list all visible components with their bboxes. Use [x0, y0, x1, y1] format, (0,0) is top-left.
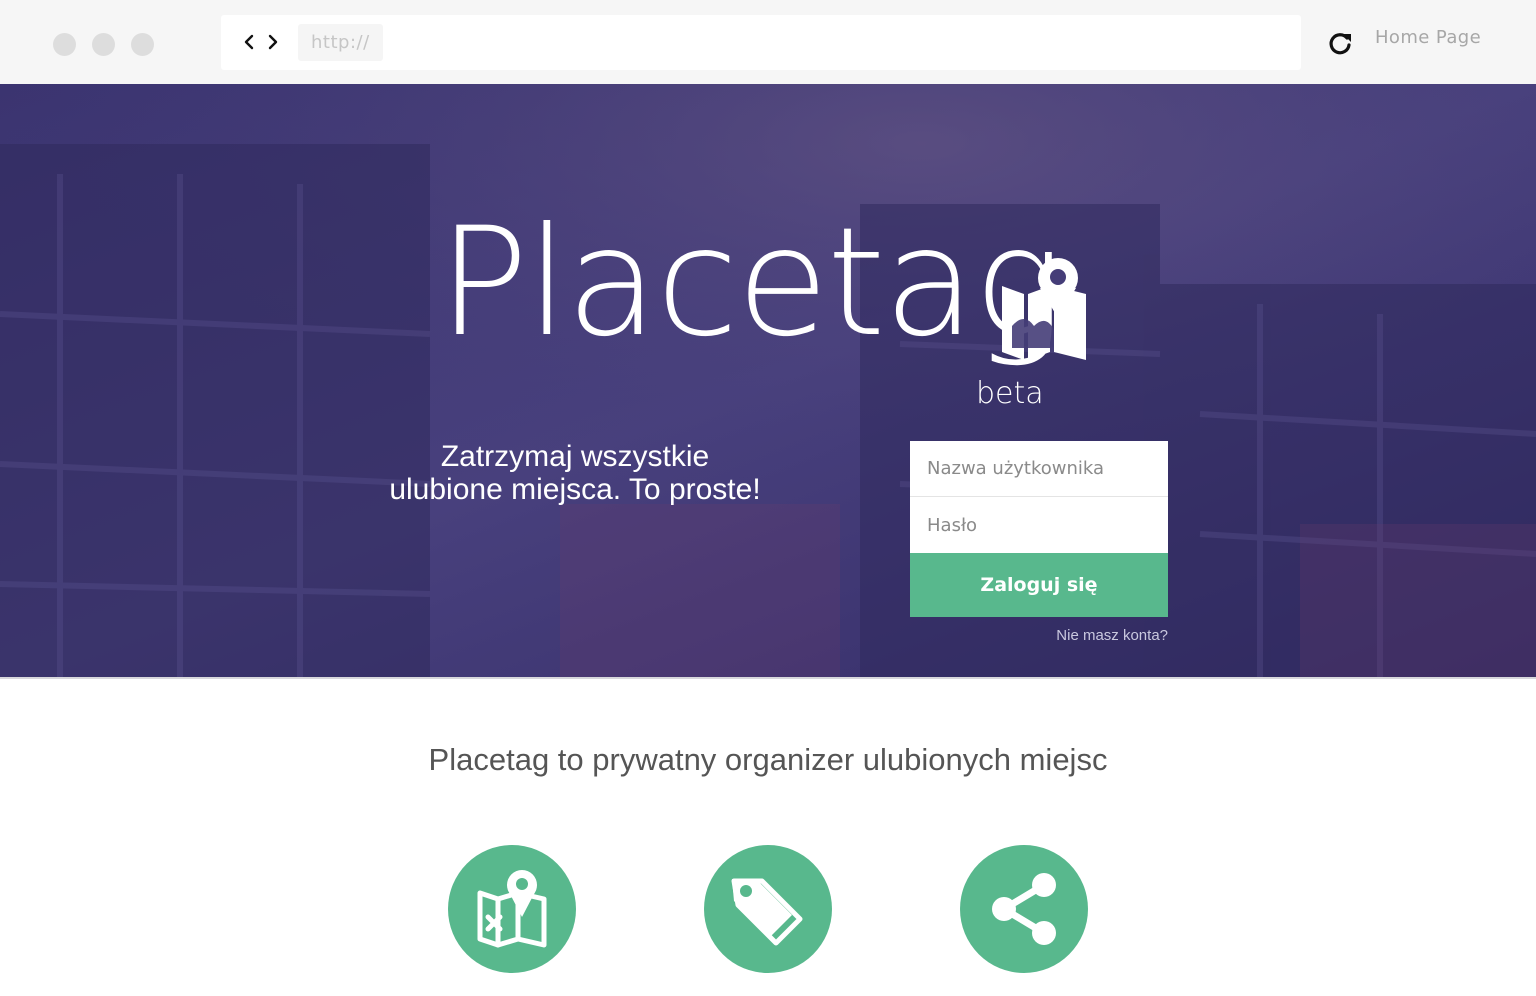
window-minimize-dot[interactable] — [92, 33, 115, 56]
back-arrow-icon[interactable] — [239, 31, 259, 53]
tag-icon — [731, 878, 803, 946]
map-pin-logo-icon — [1002, 258, 1086, 360]
map-pin-icon — [477, 870, 547, 948]
share-icon — [992, 873, 1056, 945]
window-maximize-dot[interactable] — [131, 33, 154, 56]
window-close-dot[interactable] — [53, 33, 76, 56]
beta-label: beta — [976, 376, 1044, 411]
hero-divider — [0, 677, 1536, 679]
address-bar[interactable]: http:// — [221, 15, 1301, 70]
feature-tag-circle — [704, 845, 832, 973]
logo-wordmark: Placetag — [438, 196, 1064, 370]
login-form: Zaloguj się Nie masz konta? — [910, 441, 1168, 644]
tagline-line-1: Zatrzymaj wszystkie — [440, 440, 710, 473]
password-input[interactable] — [910, 497, 1168, 553]
home-page-link[interactable]: Home Page — [1375, 27, 1481, 48]
forward-arrow-icon[interactable] — [263, 31, 283, 53]
browser-toolbar: http:// Home Page — [0, 0, 1536, 84]
username-input[interactable] — [910, 441, 1168, 497]
hero-section: Placetag beta Zatrzymaj wszystkie ulubio… — [0, 84, 1536, 677]
feature-map-circle — [448, 845, 576, 973]
reload-icon[interactable] — [1326, 29, 1354, 57]
url-text[interactable]: http:// — [298, 24, 383, 61]
login-button[interactable]: Zaloguj się — [910, 553, 1168, 617]
tagline-line-2: ulubione miejsca. To proste! — [389, 473, 761, 506]
hero-tagline: Zatrzymaj wszystkie ulubione miejsca. To… — [350, 440, 800, 506]
section-subtitle: Placetag to prywatny organizer ulubionyc… — [428, 742, 1108, 777]
feature-share-circle — [960, 845, 1088, 973]
signup-link[interactable]: Nie masz konta? — [1056, 627, 1168, 644]
